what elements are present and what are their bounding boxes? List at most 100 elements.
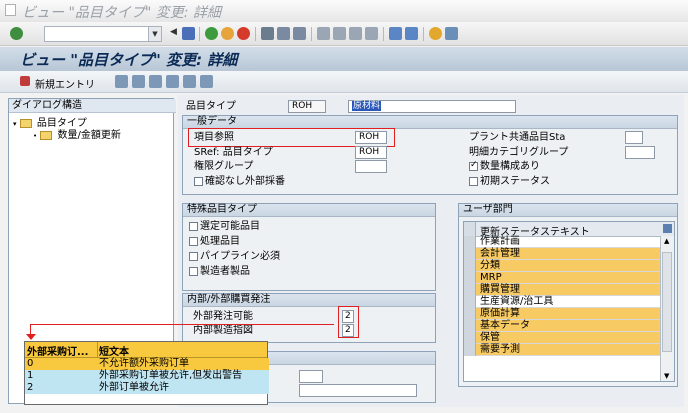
user-department-table: 更新ステータステキスト 作業計画 会計管理 分類 MRP 購買管理 生産資源/治…: [463, 221, 675, 382]
special-material-type-group: 特殊品目タイプ 選定可能品目 処理品目 パイプライン必須 製造者製品: [182, 203, 436, 291]
configurable-material-checkbox[interactable]: [189, 222, 198, 231]
table-row[interactable]: 購買管理: [464, 284, 660, 296]
auth-group-label: 権限グループ: [194, 161, 254, 172]
tree-bullet: •: [33, 132, 38, 140]
select-all-cell[interactable]: [464, 222, 476, 236]
window-title: ビュー "品目タイプ" 変更: 詳細: [22, 5, 221, 21]
enter-check-icon[interactable]: [10, 27, 23, 40]
scroll-up-icon[interactable]: ▲: [664, 237, 669, 245]
table-row[interactable]: 原価計算: [464, 308, 660, 320]
deselect-all-icon[interactable]: [200, 75, 213, 88]
vertical-scrollbar[interactable]: ▲ ▼: [660, 236, 674, 381]
purchase-order-group: 内部/外部購買発注 外部発注可能 2 内部製造指図 2: [182, 293, 436, 343]
qty-structure-label: 数量構成あり: [480, 161, 540, 172]
delete-icon[interactable]: [132, 75, 145, 88]
scroll-down-icon[interactable]: ▼: [664, 372, 669, 380]
print-icon[interactable]: [261, 27, 274, 40]
screen-header: ビュー "品目タイプ" 変更: 詳細: [0, 47, 688, 71]
highlight-box-ref: [188, 128, 395, 147]
table-row[interactable]: 作業計画: [464, 236, 660, 248]
purchase-order-title: 内部/外部購買発注: [183, 294, 435, 307]
material-type-code-field[interactable]: ROH: [288, 100, 326, 113]
help-icon[interactable]: [429, 27, 442, 40]
last-page-icon[interactable]: [365, 27, 378, 40]
table-row[interactable]: 分類: [464, 260, 660, 272]
previous-page-icon[interactable]: [333, 27, 346, 40]
next-page-icon[interactable]: [349, 27, 362, 40]
column-settings-icon[interactable]: [663, 224, 672, 233]
process-material-label: 処理品目: [200, 236, 240, 247]
internal-production-label: 内部製造指図: [193, 325, 253, 336]
qty-structure-checkbox[interactable]: [469, 160, 478, 171]
table-row[interactable]: 生産資源/治工具: [464, 296, 660, 308]
valuation-field-2[interactable]: [299, 384, 417, 397]
tree-item-qty-value-update[interactable]: • 数量/金額更新: [33, 126, 121, 141]
table-row[interactable]: 需要予測: [464, 344, 660, 356]
find-next-icon[interactable]: [293, 27, 306, 40]
copy-icon[interactable]: [115, 75, 128, 88]
connector-arrow-icon: [26, 334, 36, 340]
command-field[interactable]: ▼: [44, 26, 162, 42]
layout-menu-icon[interactable]: [445, 27, 458, 40]
auth-group-field[interactable]: [355, 160, 387, 173]
general-data-group: 一般データ 項目参照 ROH SRef: 品目タイプ ROH 権限グループ 確認…: [182, 115, 678, 195]
popup-row[interactable]: 1 外部采购订单被允许,但发出警告: [25, 370, 269, 382]
shortcut-icon[interactable]: [405, 27, 418, 40]
select-block-icon[interactable]: [183, 75, 196, 88]
value-help-popup: 外部采购订... 短文本 0 不允许额外采购订单 1 外部采购订单被允许,但发出…: [24, 341, 269, 405]
new-entries-button[interactable]: 新規エントリ: [35, 76, 95, 91]
scroll-thumb[interactable]: [662, 252, 672, 352]
material-type-description-field[interactable]: 原材料: [348, 100, 516, 113]
exit-icon[interactable]: [221, 27, 234, 40]
table-row[interactable]: MRP: [464, 272, 660, 284]
popup-header: 外部采购订... 短文本: [25, 342, 267, 358]
chevron-down-icon[interactable]: ▼: [148, 27, 161, 41]
popup-row[interactable]: 0 不允许额外采购订单: [25, 358, 269, 370]
valuation-field-1[interactable]: [299, 370, 323, 383]
no-confirm-ext-purchase-checkbox[interactable]: [194, 177, 203, 186]
window-title-bar: ビュー "品目タイプ" 変更: 詳細: [0, 0, 688, 22]
toolbar-separator: [423, 27, 424, 41]
external-purchase-label: 外部発注可能: [193, 311, 253, 322]
special-material-type-title: 特殊品目タイプ: [183, 204, 435, 217]
edit-pencil-icon[interactable]: [20, 76, 30, 86]
no-confirm-ext-purchase-label: 確認なし外部採番: [205, 176, 285, 187]
user-department-table-header: 更新ステータステキスト: [464, 222, 674, 238]
new-session-icon[interactable]: [389, 27, 402, 40]
cancel-icon[interactable]: [237, 27, 250, 40]
manufacturer-product-label: 製造者製品: [200, 266, 250, 277]
popup-column-key[interactable]: 外部采购订...: [27, 343, 88, 358]
popup-column-text[interactable]: 短文本: [99, 343, 129, 358]
plant-common-status-label: プラント共通品目Sta: [469, 132, 566, 143]
pipeline-required-checkbox[interactable]: [189, 252, 198, 261]
page-title: ビュー "品目タイプ" 変更: 詳細: [20, 51, 238, 69]
plant-common-status-field[interactable]: [625, 131, 643, 144]
table-row[interactable]: 会計管理: [464, 248, 660, 260]
select-all-icon[interactable]: [166, 75, 179, 88]
sref-material-type-field[interactable]: ROH: [355, 146, 387, 159]
first-page-icon[interactable]: [317, 27, 330, 40]
user-department-title: ユーザ部門: [459, 204, 677, 217]
popup-row[interactable]: 2 外部订单被允许: [25, 382, 269, 394]
back-arrow-icon[interactable]: ◀: [170, 27, 178, 40]
tree-expand-icon[interactable]: ▾: [13, 120, 17, 128]
toolbar-separator: [311, 27, 312, 41]
connector-line-horizontal: [30, 324, 334, 325]
table-row[interactable]: 基本データ: [464, 320, 660, 332]
screen-icon: [5, 4, 16, 16]
find-icon[interactable]: [277, 27, 290, 40]
initial-status-checkbox[interactable]: [469, 177, 478, 186]
manufacturer-product-checkbox[interactable]: [189, 267, 198, 276]
undo-icon[interactable]: [149, 75, 162, 88]
folder-icon: [40, 130, 53, 140]
initial-status-label: 初期ステータス: [480, 176, 550, 187]
table-row[interactable]: 保管: [464, 332, 660, 344]
toolbar-separator: [383, 27, 384, 41]
configurable-material-label: 選定可能品目: [200, 221, 260, 232]
back-icon[interactable]: [205, 27, 218, 40]
process-material-checkbox[interactable]: [189, 237, 198, 246]
detail-category-group-field[interactable]: [625, 146, 655, 159]
save-icon[interactable]: [182, 27, 195, 40]
highlight-box-purchase: [338, 306, 359, 338]
folder-open-icon: [19, 118, 32, 128]
